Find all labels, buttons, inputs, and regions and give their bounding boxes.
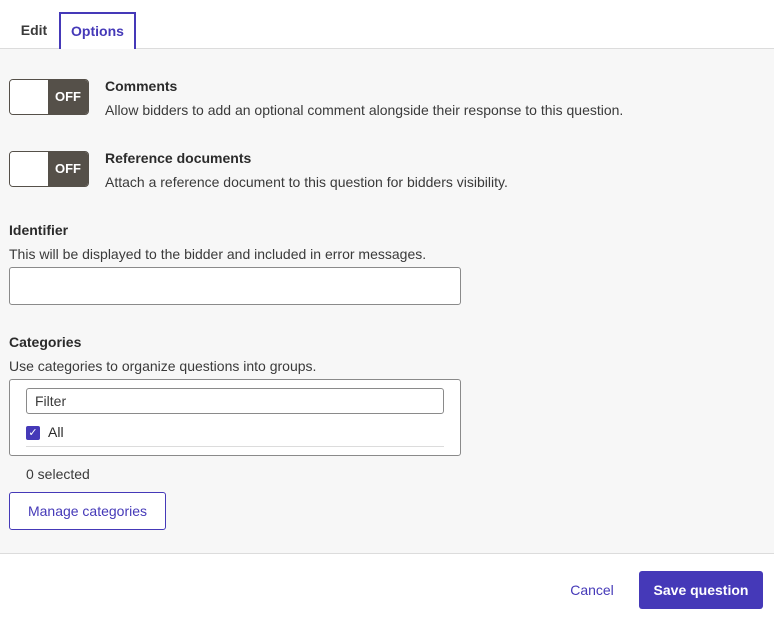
tab-edit[interactable]: Edit xyxy=(12,12,56,49)
reference-documents-toggle[interactable]: OFF xyxy=(9,151,89,187)
options-panel: OFF Comments Allow bidders to add an opt… xyxy=(0,49,774,554)
toggle-knob xyxy=(10,152,50,186)
save-question-button[interactable]: Save question xyxy=(639,571,763,609)
comments-description: Allow bidders to add an optional comment… xyxy=(105,102,624,118)
comments-title: Comments xyxy=(105,78,178,94)
identifier-description: This will be displayed to the bidder and… xyxy=(9,246,427,262)
reference-documents-description: Attach a reference document to this ques… xyxy=(105,174,508,190)
toggle-state-label: OFF xyxy=(48,152,88,186)
toggle-state-label: OFF xyxy=(48,80,88,114)
checkmark-icon[interactable]: ✓ xyxy=(26,426,40,440)
category-all-row[interactable]: ✓ All xyxy=(26,422,444,447)
manage-categories-button[interactable]: Manage categories xyxy=(9,492,166,530)
tab-options[interactable]: Options xyxy=(59,12,136,49)
categories-title: Categories xyxy=(9,334,82,350)
tab-bar: Edit Options xyxy=(0,0,774,49)
identifier-title: Identifier xyxy=(9,222,69,238)
categories-description: Use categories to organize questions int… xyxy=(9,358,317,374)
footer: Cancel Save question xyxy=(0,555,774,618)
selected-count: 0 selected xyxy=(26,466,90,482)
reference-documents-title: Reference documents xyxy=(105,150,252,166)
comments-toggle[interactable]: OFF xyxy=(9,79,89,115)
cancel-button[interactable]: Cancel xyxy=(556,571,628,609)
category-filter-input[interactable] xyxy=(26,388,444,414)
toggle-knob xyxy=(10,80,50,114)
categories-box: ✓ All xyxy=(9,379,461,456)
identifier-input[interactable] xyxy=(9,267,461,305)
category-all-label: All xyxy=(48,424,64,440)
